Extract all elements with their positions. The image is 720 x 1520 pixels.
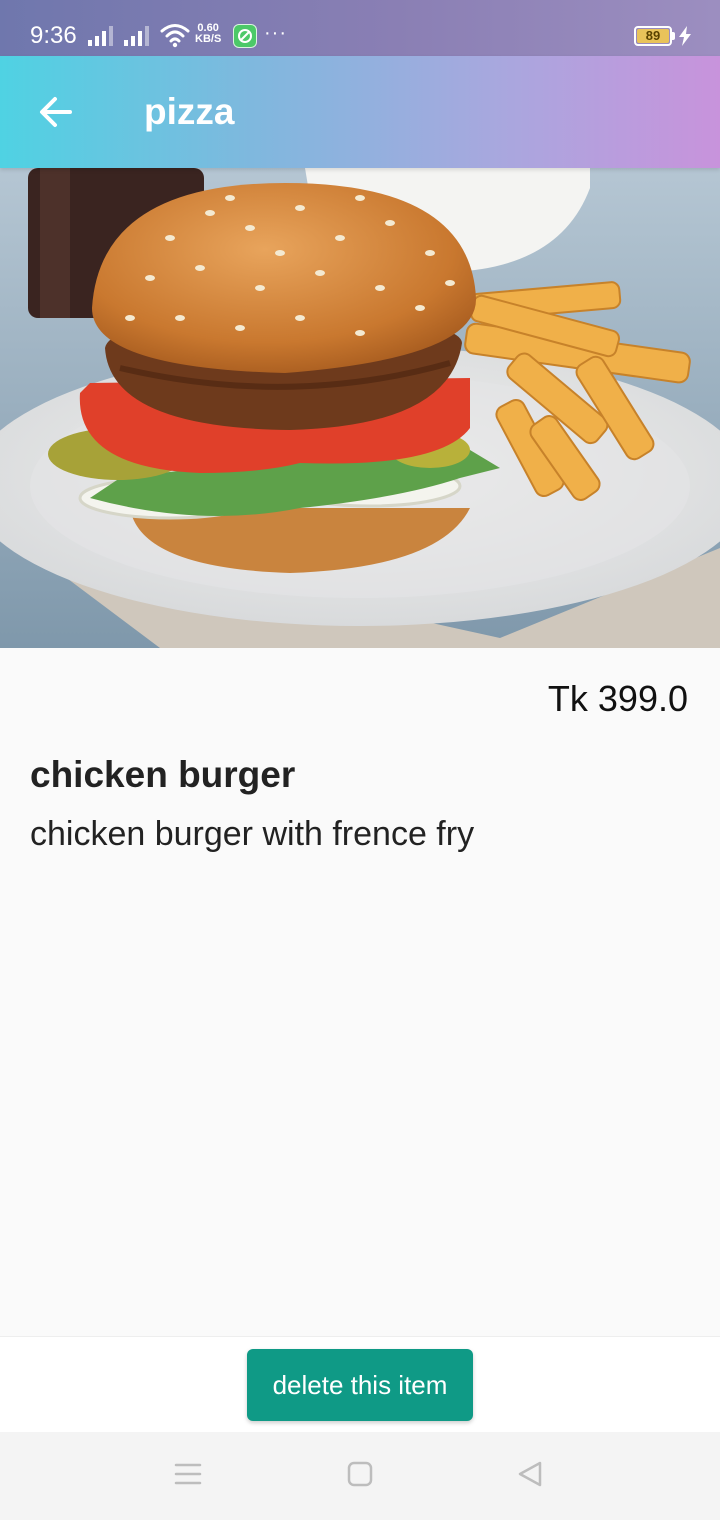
item-name: chicken burger [30, 754, 296, 795]
delete-item-button[interactable]: delete this item [247, 1349, 473, 1421]
page-title: pizza [144, 91, 235, 132]
signal-icon [124, 26, 149, 46]
battery-nub [672, 32, 675, 40]
bottom-action-bar: delete this item [0, 1336, 720, 1432]
home-icon[interactable] [346, 1460, 374, 1488]
app-notification-icon [233, 24, 257, 48]
network-speed-unit: KB/S [195, 33, 222, 45]
overflow-dots-icon: ··· [264, 22, 287, 44]
status-bar: 9:36 0.60 KB/S ··· 89 [0, 0, 720, 56]
system-nav-bar [0, 1432, 720, 1520]
battery-icon: 89 [634, 26, 672, 46]
app-bar: pizza [0, 56, 720, 168]
charging-icon [679, 26, 691, 46]
battery-level: 89 [637, 29, 669, 43]
item-price: Tk 399.0 [547, 678, 688, 719]
signal-icon [88, 26, 113, 46]
arrow-back-icon[interactable] [38, 94, 74, 130]
burger-photo [0, 168, 720, 648]
wifi-icon [160, 24, 190, 48]
network-speed: 0.60 KB/S [195, 23, 221, 45]
item-description: chicken burger with frence fry [30, 815, 475, 853]
back-icon[interactable] [516, 1460, 544, 1488]
food-image [0, 168, 720, 648]
status-time: 9:36 [30, 22, 77, 49]
menu-icon[interactable] [174, 1460, 202, 1488]
